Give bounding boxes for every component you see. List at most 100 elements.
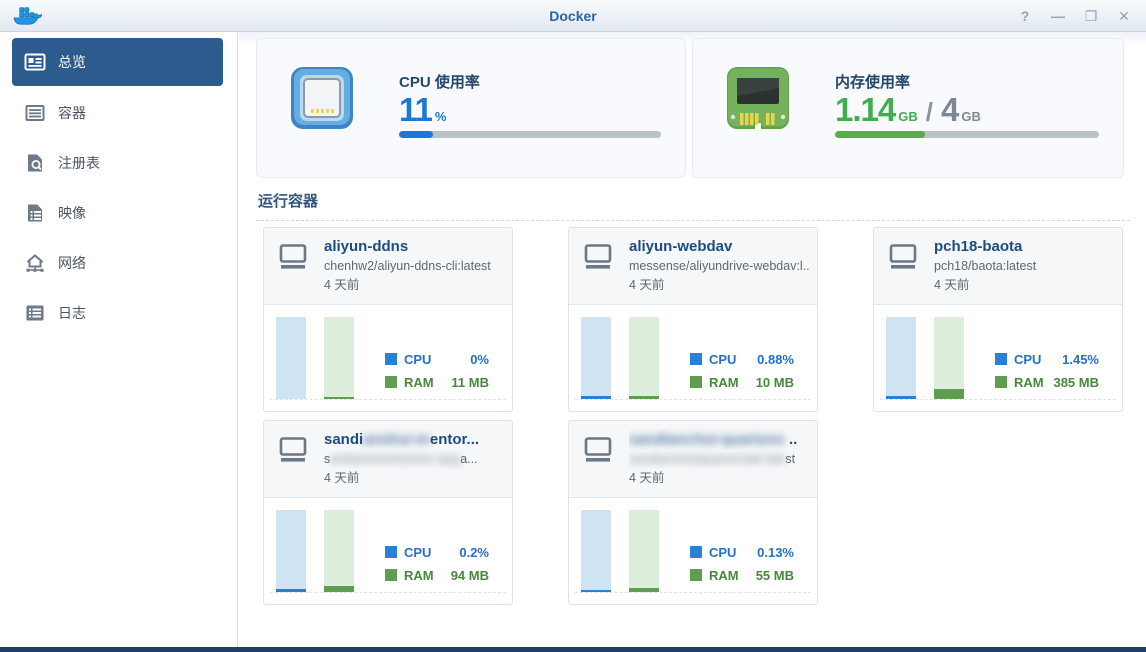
sidebar-item-containers[interactable]: 容器 [0, 88, 237, 138]
container-card-aliyun-webdav[interactable]: aliyun-webdav messense/aliyundrive-webda… [568, 227, 818, 412]
container-icon [277, 243, 309, 270]
container-card-pch18-baota[interactable]: pch18-baota pch18/baota:latest 4 天前 CPU1… [873, 227, 1123, 412]
ram-value: 94 MB [451, 568, 489, 583]
sidebar-item-label: 容器 [58, 103, 86, 123]
cpu-gauge-fill [276, 589, 306, 592]
container-card-5[interactable]: sandianchui-quartzno .. sandianshui/quar… [568, 420, 818, 605]
container-name: sandianchui-quartzno .. [629, 429, 809, 450]
help-icon[interactable]: ? [1015, 6, 1035, 26]
cpu-swatch [690, 353, 702, 365]
container-name: aliyun-ddns [324, 236, 504, 257]
memory-total-number: 4 [941, 91, 958, 128]
container-age: 4 天前 [629, 276, 809, 295]
chart-baseline [575, 592, 811, 593]
cpu-label: CPU [404, 545, 431, 560]
container-card-aliyun-ddns[interactable]: aliyun-ddns chenhw2/aliyun-ddns-cli:late… [263, 227, 513, 412]
title-bar: Docker ? — ❐ ✕ [0, 0, 1146, 32]
sidebar-item-logs[interactable]: 日志 [0, 288, 237, 338]
container-image: sandianshui/quartznode:latest [629, 450, 809, 469]
window-bottom-border [0, 647, 1146, 652]
sidebar-item-overview[interactable]: 总览 [12, 38, 223, 86]
cpu-swatch [385, 546, 397, 558]
cpu-progress-fill [399, 131, 433, 138]
network-icon [24, 252, 46, 274]
ram-legend-row: RAM94 MB [385, 567, 489, 583]
ram-swatch [690, 376, 702, 388]
container-icon [582, 243, 614, 270]
container-image: messense/aliyundrive-webdav:l... [629, 257, 809, 276]
container-legend: CPU1.45% RAM385 MB [995, 344, 1099, 390]
container-card-4[interactable]: sandianshui-mentor... sandianshui/mentor… [263, 420, 513, 605]
container-legend: CPU0.88% RAM10 MB [690, 344, 794, 390]
ram-swatch [385, 569, 397, 581]
cpu-legend-row: CPU 0.2% [385, 544, 489, 560]
cpu-value: 0.2% [459, 545, 489, 560]
sidebar-item-label: 日志 [58, 303, 86, 323]
cpu-label: CPU [709, 352, 736, 367]
ram-legend-row: RAM 385 MB [995, 374, 1099, 390]
container-image: chenhw2/aliyun-ddns-cli:latest [324, 257, 504, 276]
memory-used-number: 1.14 [835, 91, 895, 128]
containers-icon [24, 102, 46, 124]
ram-label: RAM [404, 375, 434, 390]
ram-chip-icon [725, 65, 791, 131]
memory-value: 1.14GB/4GB [835, 91, 981, 129]
container-age: 4 天前 [629, 469, 809, 488]
cpu-usage-card: CPU 使用率 11% [256, 38, 686, 178]
sidebar-item-label: 映像 [58, 203, 86, 223]
ram-swatch [995, 376, 1007, 388]
ram-gauge-track [934, 317, 964, 399]
container-card-header: aliyun-webdav messense/aliyundrive-webda… [569, 228, 817, 305]
maximize-icon[interactable]: ❐ [1081, 6, 1101, 26]
ram-legend-row: RAM10 MB [690, 374, 794, 390]
container-card-header: pch18-baota pch18/baota:latest 4 天前 [874, 228, 1122, 305]
window-controls: ? — ❐ ✕ [1015, 0, 1134, 32]
container-legend: CPU 0.2% RAM94 MB [385, 537, 489, 583]
sidebar: 总览 容器 注册表 映像 [0, 32, 238, 647]
ram-label: RAM [1014, 375, 1044, 390]
ram-gauge-track [629, 510, 659, 592]
memory-separator: / [926, 97, 933, 127]
cpu-gauge-track [886, 317, 916, 399]
ram-gauge-fill [934, 389, 964, 399]
memory-progress-fill [835, 131, 925, 138]
ram-gauge-fill [629, 396, 659, 399]
overview-icon [24, 51, 46, 73]
ram-legend-row: RAM11 MB [385, 374, 489, 390]
container-name: pch18-baota [934, 236, 1114, 257]
cpu-gauge-fill [581, 590, 611, 592]
chart-baseline [270, 592, 506, 593]
ram-value: 385 MB [1053, 375, 1099, 390]
container-card-header: sandianshui-mentor... sandianshui/mentor… [264, 421, 512, 498]
cpu-percent-unit: % [435, 109, 447, 124]
container-icon [887, 243, 919, 270]
sidebar-item-images[interactable]: 映像 [0, 188, 237, 238]
cpu-label: CPU [1014, 352, 1041, 367]
container-image: pch18/baota:latest [934, 257, 1114, 276]
minimize-icon[interactable]: — [1048, 6, 1068, 26]
close-icon[interactable]: ✕ [1114, 6, 1134, 26]
main-content: CPU 使用率 11% 内存使用率 [239, 32, 1146, 647]
sidebar-item-label: 网络 [58, 253, 86, 273]
redacted-text: andianshui/mentor-spig [330, 452, 460, 466]
cpu-swatch [385, 353, 397, 365]
logs-icon [24, 302, 46, 324]
container-icon [582, 436, 614, 463]
registry-icon [24, 152, 46, 174]
ram-gauge-track [324, 510, 354, 592]
cpu-gauge-track [581, 510, 611, 592]
cpu-progress-bar [399, 131, 661, 138]
cpu-gauge-track [276, 510, 306, 592]
redacted-text: anshui-m [363, 431, 430, 448]
container-name: aliyun-webdav [629, 236, 809, 257]
container-card-header: aliyun-ddns chenhw2/aliyun-ddns-cli:late… [264, 228, 512, 305]
sidebar-item-network[interactable]: 网络 [0, 238, 237, 288]
cpu-gauge-fill [886, 396, 916, 399]
ram-value: 10 MB [756, 375, 794, 390]
memory-card-title: 内存使用率 [835, 71, 910, 92]
container-image: sandianshui/mentor-spiga... [324, 450, 504, 469]
cpu-value: 0% [470, 352, 489, 367]
cpu-chip-icon [289, 65, 355, 131]
sidebar-item-registry[interactable]: 注册表 [0, 138, 237, 188]
chart-baseline [270, 399, 506, 400]
